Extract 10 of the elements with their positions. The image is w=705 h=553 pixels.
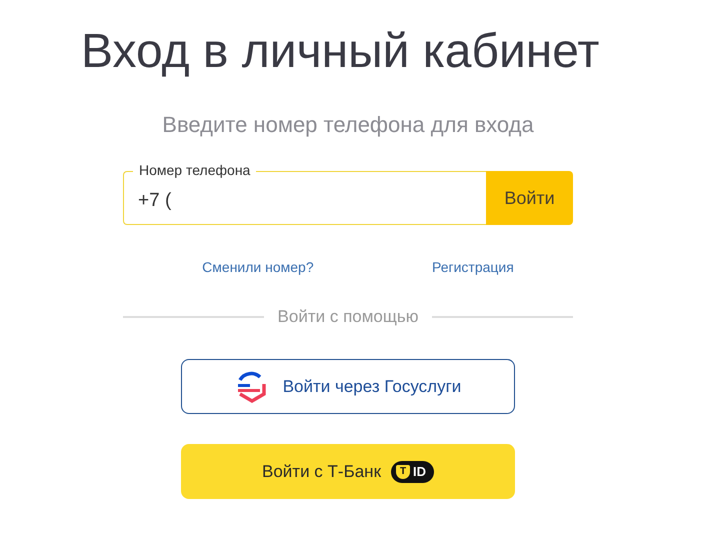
gosuslugi-button[interactable]: Войти через Госуслуги	[181, 359, 515, 414]
subtitle: Введите номер телефона для входа	[162, 112, 534, 138]
id-badge: T ID	[391, 460, 434, 482]
divider-label: Войти с помощью	[278, 307, 418, 327]
field-label: Номер телефона	[133, 162, 256, 179]
link[interactable]: Сменили номер?	[202, 259, 314, 275]
page-title: Вход в личный кабинет	[80, 24, 600, 80]
link[interactable]: Регистрация	[432, 259, 514, 275]
submit-button[interactable]: Войти	[486, 171, 573, 225]
tbank-button[interactable]: Войти с Т-Банк T ID	[181, 444, 515, 499]
